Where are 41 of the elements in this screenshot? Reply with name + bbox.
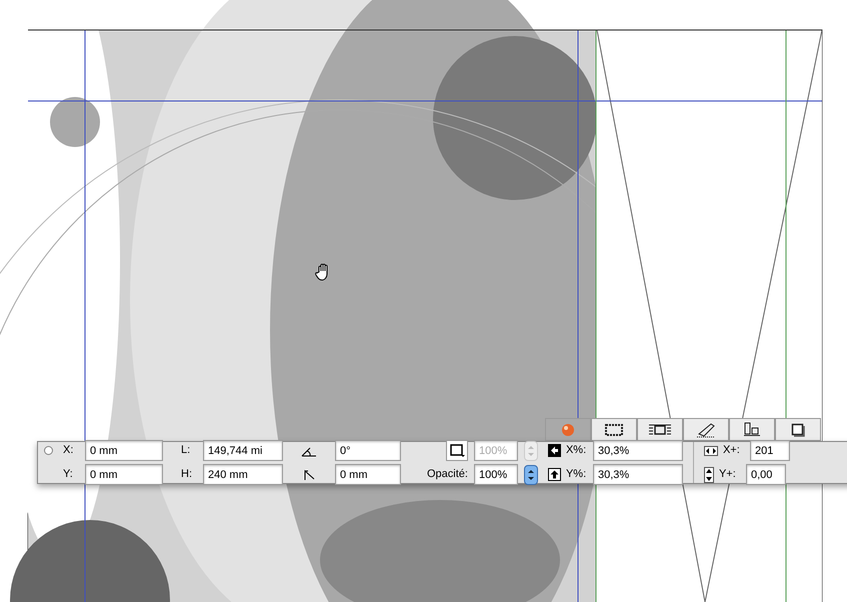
text-field[interactable]: 30,3% [592,464,683,485]
pen-icon [695,422,717,438]
panel-tab[interactable] [775,418,821,441]
text-field[interactable]: 0° [335,440,401,461]
stepper-button[interactable] [524,464,538,484]
panel-grip-icon[interactable] [44,446,53,455]
field-label: Opacité: [427,467,468,482]
text-frame-icon [649,422,671,436]
text-field[interactable]: 149,744 mi [203,440,283,461]
frame-icon [604,422,624,436]
horizontal-arrows-icon [704,446,718,456]
stepper-arrows-icon [528,444,534,456]
field-label: Y%: [566,467,588,482]
field-label: X%: [566,443,588,458]
field-label: H: [181,467,193,482]
field-label: X: [63,443,74,458]
align-icon [743,422,761,437]
color-ball-icon [561,422,575,436]
vertical-arrows-icon [704,466,714,482]
arrow-up-icon[interactable] [548,468,561,481]
stroke-square-icon[interactable] [446,440,468,461]
rotation-angle-icon [301,444,317,456]
stepper-arrows-icon [528,468,534,480]
field-label: L: [181,443,192,458]
field-label: Y: [63,467,74,482]
panel-tab[interactable] [637,418,683,441]
arrow-left-icon[interactable] [548,444,561,457]
text-field[interactable]: 0,00 [746,464,786,485]
text-field[interactable]: 100% [474,464,518,485]
square-icon [791,422,805,436]
panel-tab[interactable] [683,418,729,441]
text-field[interactable]: 0 mm [85,440,163,461]
panel-tab[interactable] [729,418,775,441]
field-label: Y+: [718,467,737,482]
text-field[interactable]: 240 mm [203,464,283,485]
text-field[interactable]: 0 mm [335,464,401,485]
field-label: X+: [722,443,741,458]
text-field[interactable]: 201 [750,440,790,461]
panel-tab[interactable] [591,418,637,441]
text-field[interactable]: 30,3% [592,440,683,461]
text-field[interactable]: 0 mm [85,464,163,485]
